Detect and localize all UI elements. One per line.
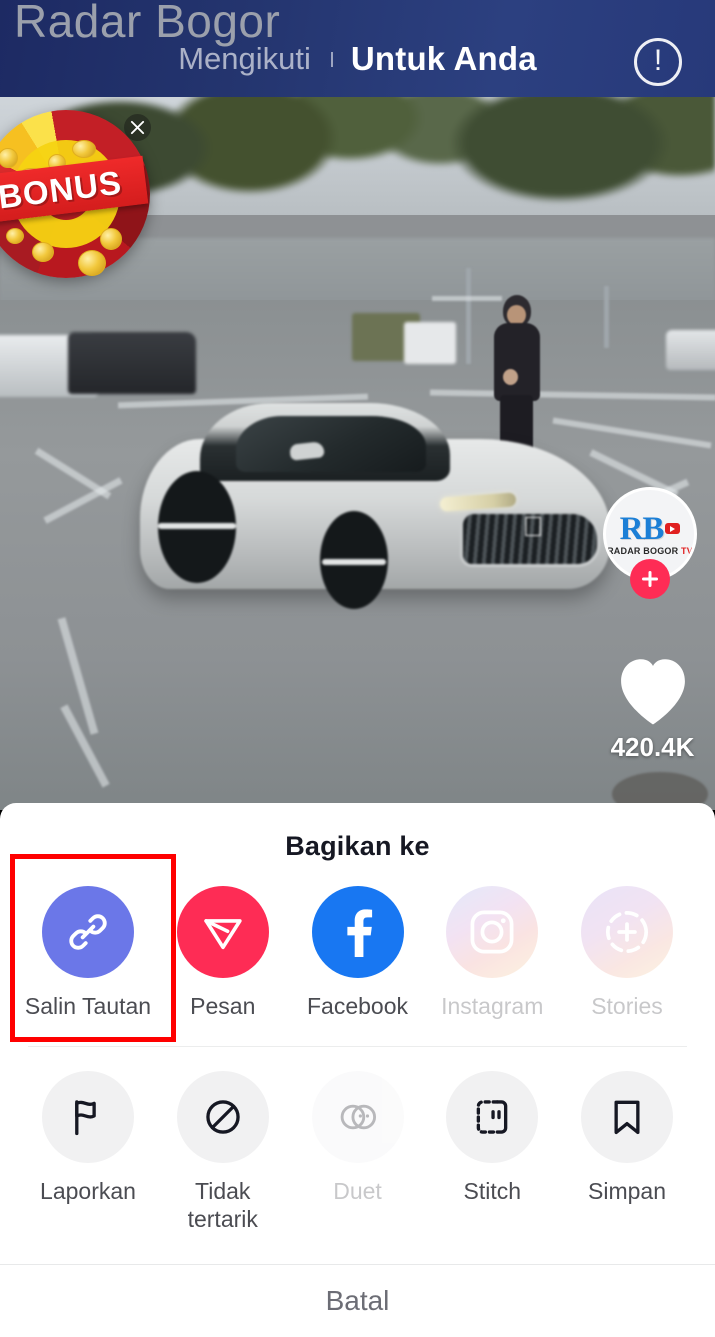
- action-label: Laporkan: [40, 1178, 136, 1204]
- tab-for-you[interactable]: Untuk Anda: [351, 40, 537, 78]
- share-target-label: Instagram: [441, 993, 544, 1019]
- follow-button[interactable]: [630, 559, 670, 599]
- close-icon[interactable]: [124, 114, 151, 141]
- sheet-divider: [28, 1046, 687, 1047]
- action-label: Duet: [333, 1178, 382, 1204]
- feed-tabs: Mengikuti Untuk Anda: [0, 40, 715, 78]
- action-laporkan[interactable]: Laporkan: [24, 1071, 152, 1205]
- youtube-icon: [665, 523, 681, 534]
- coin-icon: [32, 242, 54, 262]
- like-count: 420.4K: [610, 732, 695, 762]
- apple-logo-icon: : [520, 513, 546, 543]
- action-simpan[interactable]: Simpan: [563, 1071, 691, 1205]
- plus-icon: [642, 571, 658, 587]
- sheet-actions-row: Laporkan Tidak tertarik Duet Stitch Simp…: [0, 1071, 715, 1233]
- link-chain-icon: [42, 886, 134, 978]
- share-target-stories[interactable]: Stories: [563, 886, 691, 1020]
- parked-car: [666, 330, 715, 370]
- instagram-icon: [446, 886, 539, 978]
- supercar: : [140, 383, 610, 633]
- share-target-label: Stories: [591, 993, 663, 1019]
- heart-icon[interactable]: [610, 650, 696, 728]
- action-label: Tidak tertarik: [187, 1178, 258, 1232]
- share-target-label: Facebook: [306, 993, 408, 1019]
- top-bar: Radar Bogor Mengikuti Untuk Anda !: [0, 0, 715, 97]
- send-triangle-icon: [176, 886, 269, 978]
- share-sheet-title: Bagikan ke: [285, 831, 430, 861]
- light-pole: [466, 268, 471, 364]
- action-tidak-tertarik[interactable]: Tidak tertarik: [159, 1071, 287, 1233]
- coin-icon: [6, 228, 24, 244]
- action-stitch[interactable]: Stitch: [428, 1071, 556, 1205]
- share-target-pesan[interactable]: Pesan: [159, 886, 287, 1020]
- video-player[interactable]:  BONUS: [0, 0, 715, 810]
- block-icon: [176, 1071, 269, 1163]
- action-label: Simpan: [588, 1178, 666, 1204]
- coin-icon: [100, 228, 122, 250]
- tiktok-screen:  BONUS: [0, 0, 715, 1337]
- share-target-instagram[interactable]: Instagram: [428, 886, 556, 1020]
- coin-icon: [78, 250, 106, 276]
- light-pole: [604, 286, 609, 348]
- cancel-label: Batal: [325, 1285, 390, 1316]
- like-button[interactable]: 420.4K: [600, 650, 705, 775]
- tab-following[interactable]: Mengikuti: [178, 41, 331, 77]
- flag-icon: [42, 1071, 134, 1163]
- share-target-label: Pesan: [190, 993, 256, 1019]
- share-sheet: Bagikan ke Salin Tautan Pesan Facebook I…: [0, 803, 715, 1337]
- share-target-facebook[interactable]: Facebook: [294, 886, 422, 1020]
- share-targets-row: Salin Tautan Pesan Facebook Instagram St…: [0, 854, 715, 1042]
- cancel-button[interactable]: Batal: [0, 1265, 715, 1337]
- coin-icon: [72, 140, 96, 158]
- author-avatar-group[interactable]: RB RADAR BOGOR TV: [603, 487, 701, 599]
- stitch-icon: [446, 1071, 539, 1163]
- avatar-caption: RADAR BOGOR TV: [607, 545, 693, 556]
- action-label: Stitch: [463, 1178, 522, 1204]
- bonus-label: BONUS: [0, 163, 124, 216]
- action-duet[interactable]: Duet: [294, 1071, 422, 1205]
- parked-van: [404, 322, 456, 364]
- avatar-initials: RB: [619, 510, 665, 547]
- exclamation-circle-icon[interactable]: !: [634, 38, 682, 86]
- tab-separator: [330, 51, 333, 67]
- story-plus-icon: [581, 886, 673, 978]
- share-target-salin-tautan[interactable]: Salin Tautan: [10, 854, 176, 1042]
- duet-icon: [311, 1071, 404, 1163]
- facebook-f-icon: [311, 886, 404, 978]
- bookmark-icon: [581, 1071, 673, 1163]
- share-target-label: Salin Tautan: [24, 993, 152, 1019]
